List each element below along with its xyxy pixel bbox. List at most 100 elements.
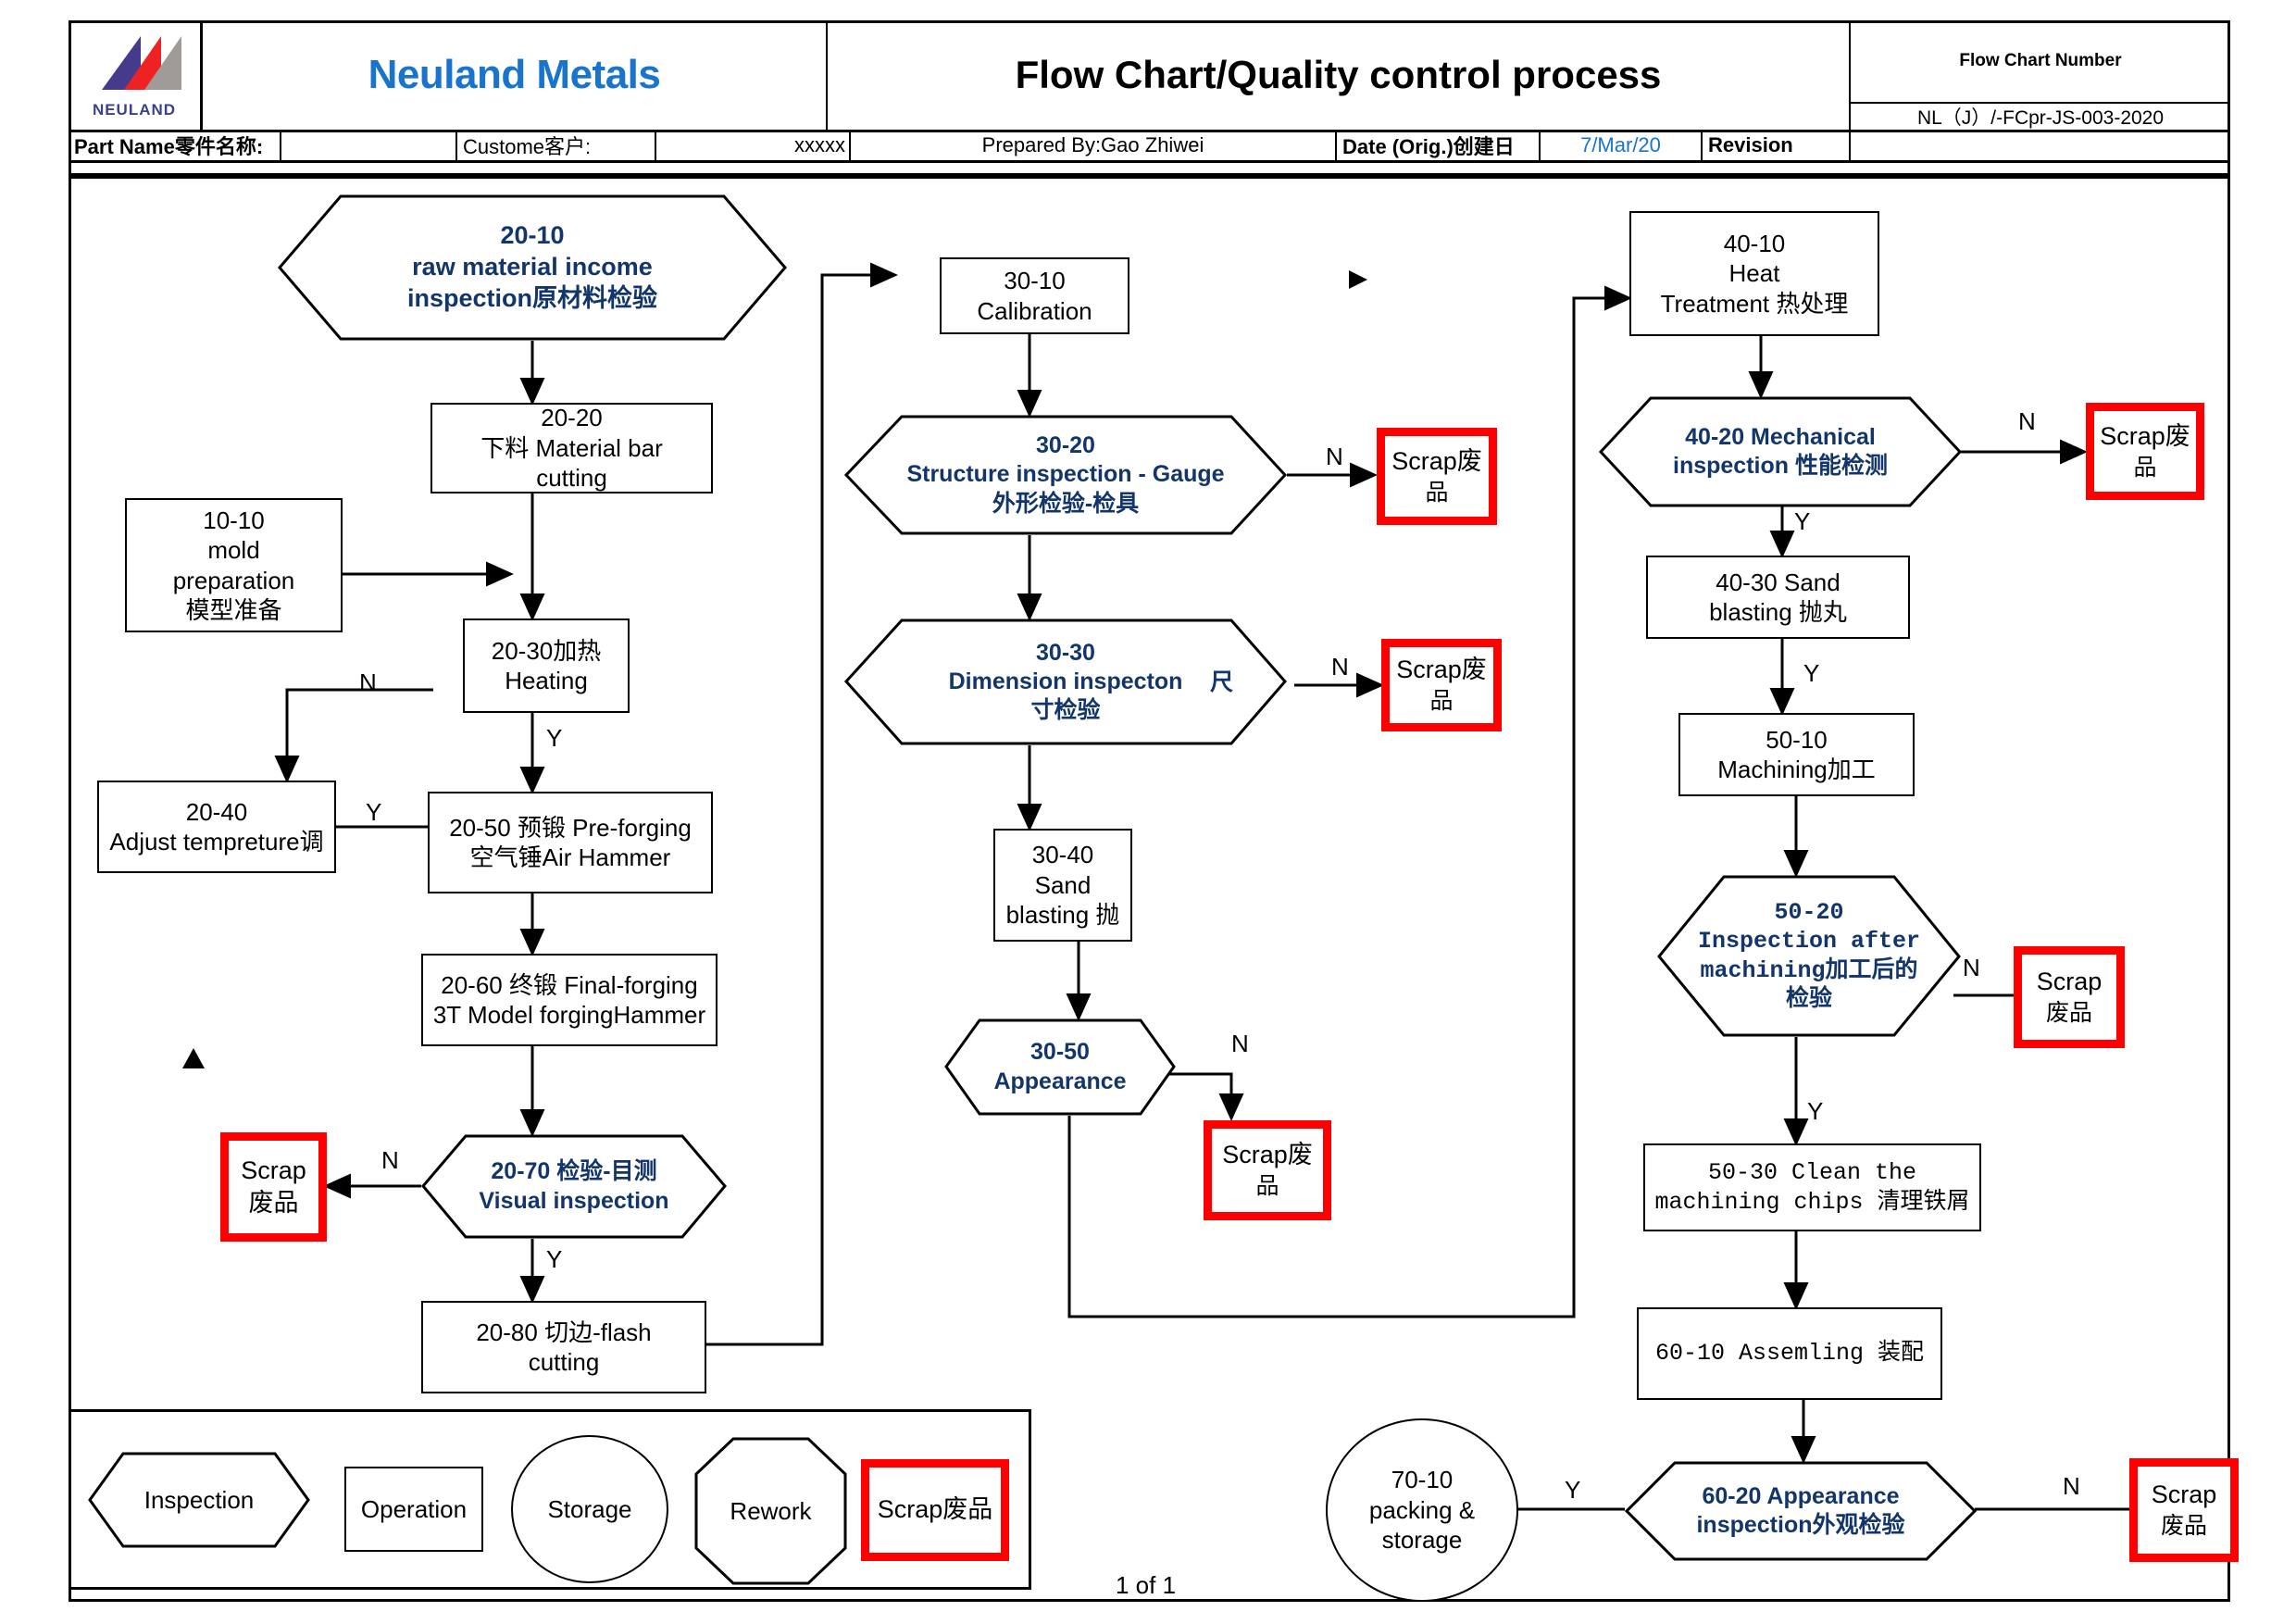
- node-70-10-line1: 70-10: [1391, 1466, 1454, 1494]
- node-50-10-line2: Machining加工: [1717, 756, 1876, 783]
- node-20-40-line2: Adjust tempreture调: [109, 828, 324, 856]
- node-50-20-line1: 50-20: [1774, 899, 1844, 926]
- date-label-cell: Date (Orig.)创建日: [1337, 130, 1541, 160]
- node-10-10-line3: preparation: [172, 566, 295, 594]
- node-50-20-line3: machining加工后的: [1700, 956, 1918, 984]
- scrap-6-line2: 废品: [2045, 1000, 2092, 1027]
- flow-chart-number-label: Flow Chart Number: [1959, 51, 2122, 70]
- page-number: 1 of 1: [1116, 1571, 1177, 1599]
- node-50-10-machining[interactable]: 50-10 Machining加工: [1678, 713, 1915, 796]
- scrap-5-line2: 品: [2133, 454, 2157, 481]
- node-60-20-appearance-inspection[interactable]: 60-20 Appearance inspection外观检验: [1624, 1461, 1978, 1561]
- node-30-30-line1: 30-30: [1036, 639, 1095, 666]
- node-30-40-sand-blasting[interactable]: 30-40 Sand blasting 抛: [993, 829, 1132, 942]
- node-20-10-raw-material-inspection[interactable]: 20-10 raw material income inspection原材料检…: [278, 194, 787, 341]
- scrap-2-line2: 品: [1425, 479, 1449, 506]
- node-40-10-line2: Heat: [1728, 259, 1780, 288]
- node-20-40-line1: 20-40: [185, 797, 248, 826]
- node-20-80-line2: cutting: [528, 1348, 600, 1376]
- legend-scrap-shape: Scrap废品: [861, 1459, 1009, 1561]
- company-name: Neuland Metals: [203, 20, 828, 130]
- node-20-30-line2: Heating: [505, 667, 588, 694]
- node-60-10-assembling[interactable]: 60-10 Assemling 装配: [1637, 1307, 1942, 1400]
- node-20-70-line2: Visual inspection: [479, 1187, 669, 1214]
- legend-scrap-label: Scrap废品: [877, 1495, 993, 1524]
- node-70-10-line3: storage: [1381, 1526, 1463, 1555]
- scrap-box-7[interactable]: Scrap 废品: [2129, 1458, 2239, 1562]
- flow-chart-number-label-cell: Flow Chart Number: [1851, 20, 2230, 104]
- company-name-text: Neuland Metals: [368, 52, 661, 97]
- prepared-by-text: Prepared By:Gao Zhiwei: [981, 132, 1204, 156]
- node-50-30-clean-machining-chips[interactable]: 50-30 Clean the machining chips 清理铁屑: [1643, 1143, 1981, 1231]
- node-30-50-appearance[interactable]: 30-50 Appearance: [944, 1018, 1176, 1116]
- node-20-40-adjust-temperature[interactable]: 20-40 Adjust tempreture调: [97, 781, 336, 873]
- node-30-30-dimension-inspection[interactable]: 30-30 Dimension inspecton 寸检验 尺: [843, 618, 1287, 745]
- node-30-10-line2: Calibration: [977, 296, 1092, 325]
- node-70-10-line2: packing &: [1368, 1495, 1476, 1524]
- scrap-box-2[interactable]: Scrap废 品: [1377, 428, 1497, 525]
- node-30-50-line1: 30-50: [1030, 1039, 1090, 1066]
- customer-label-cell: Custome客户:: [457, 130, 656, 160]
- legend-rework-label: Rework: [730, 1496, 812, 1525]
- node-20-10-line2: raw material income: [412, 253, 653, 281]
- node-20-50-line1: 20-50 预锻 Pre-forging: [449, 813, 692, 842]
- node-40-10-line3: Treatment 热处理: [1660, 289, 1849, 318]
- node-20-30-line1: 20-30加热: [491, 636, 602, 665]
- node-20-30-heating[interactable]: 20-30加热 Heating: [463, 618, 630, 713]
- node-20-70-line1: 20-70 检验-目测: [491, 1158, 657, 1185]
- scrap-7-line1: Scrap: [2151, 1480, 2217, 1509]
- node-10-10-line2: mold: [207, 536, 260, 564]
- up-triangle-marker-icon: [182, 1048, 205, 1068]
- edge-label-y-50-20: Y: [1807, 1097, 1824, 1125]
- node-20-60-line2: 3T Model forgingHammer: [432, 1001, 706, 1029]
- node-40-20-mechanical-inspection[interactable]: 40-20 Mechanical inspection 性能检测: [1598, 396, 1963, 507]
- part-name-label-cell: Part Name零件名称:: [69, 130, 281, 160]
- flowchart-page: NEULAND Neuland Metals Flow Chart/Qualit…: [0, 0, 2296, 1624]
- node-40-30-sand-blasting[interactable]: 40-30 Sand blasting 抛丸: [1646, 556, 1910, 639]
- node-30-20-structure-inspection[interactable]: 30-20 Structure inspection - Gauge 外形检验-…: [843, 415, 1288, 535]
- node-20-80-flash-cutting[interactable]: 20-80 切边-flash cutting: [421, 1301, 706, 1393]
- node-70-10-packing-storage[interactable]: 70-10 packing & storage: [1326, 1418, 1518, 1602]
- node-60-20-line1: 60-20 Appearance: [1702, 1482, 1900, 1509]
- node-30-40-line2: Sand: [1034, 870, 1092, 899]
- date-value-cell[interactable]: 7/Mar/20: [1541, 130, 1703, 160]
- legend-storage-label: Storage: [547, 1494, 632, 1523]
- scrap-7-line2: 废品: [2160, 1513, 2207, 1540]
- edge-label-n-60-20: N: [2063, 1472, 2080, 1500]
- node-30-20-line1: 30-20: [1036, 432, 1095, 459]
- node-20-20-line2: 下料 Material bar: [480, 433, 663, 462]
- legend-rework-shape: Rework: [694, 1437, 847, 1585]
- node-20-20-line1: 20-20: [541, 404, 603, 432]
- node-30-50-line2: Appearance: [993, 1068, 1127, 1094]
- scrap-box-6[interactable]: Scrap 废品: [2014, 946, 2125, 1048]
- node-50-30-line2: machining chips 清理铁屑: [1654, 1188, 1970, 1216]
- node-50-30-line1: 50-30 Clean the: [1707, 1159, 1917, 1187]
- flow-chart-number-value: NL（J）/-FCpr-JS-003-2020: [1916, 107, 2165, 129]
- edge-label-n-30-30: N: [1331, 653, 1349, 681]
- customer-label: Custome客户:: [463, 134, 592, 158]
- node-20-10-line1: 20-10: [500, 221, 565, 250]
- node-10-10-mold-preparation[interactable]: 10-10 mold preparation 模型准备: [125, 498, 343, 632]
- node-40-10-heat-treatment[interactable]: 40-10 Heat Treatment 热处理: [1629, 211, 1879, 336]
- scrap-box-4[interactable]: Scrap废 品: [1204, 1120, 1331, 1220]
- edge-label-n-30-50: N: [1231, 1030, 1249, 1057]
- node-50-20-line2: Inspection after: [1697, 928, 1921, 956]
- edge-label-y-20-40: Y: [366, 798, 382, 826]
- scrap-box-1[interactable]: Scrap 废品: [220, 1132, 327, 1242]
- node-30-10-calibration[interactable]: 30-10 Calibration: [940, 257, 1129, 334]
- revision-value-cell[interactable]: [1851, 130, 2230, 160]
- legend-inspection-label: Inspection: [144, 1485, 255, 1514]
- node-50-20-inspection-after-machining[interactable]: 50-20 Inspection after machining加工后的 检验: [1657, 875, 1961, 1037]
- node-20-20-material-bar-cutting[interactable]: 20-20 下料 Material bar cutting: [430, 403, 713, 493]
- node-40-30-line2: blasting 抛丸: [1709, 598, 1847, 626]
- customer-value-cell[interactable]: xxxxx: [656, 130, 851, 160]
- node-20-60-final-forging[interactable]: 20-60 终锻 Final-forging 3T Model forgingH…: [421, 954, 718, 1046]
- scrap-4-line2: 品: [1255, 1173, 1279, 1200]
- node-20-50-pre-forging[interactable]: 20-50 预锻 Pre-forging 空气锤Air Hammer: [428, 792, 713, 893]
- scrap-box-3[interactable]: Scrap废 品: [1381, 639, 1502, 731]
- part-name-value-cell[interactable]: [281, 130, 457, 160]
- node-20-70-visual-inspection[interactable]: 20-70 检验-目测 Visual inspection: [421, 1134, 727, 1239]
- node-50-10-line1: 50-10: [1766, 725, 1828, 754]
- legend-storage-shape: Storage: [511, 1435, 668, 1583]
- scrap-box-5[interactable]: Scrap废 品: [2086, 403, 2204, 500]
